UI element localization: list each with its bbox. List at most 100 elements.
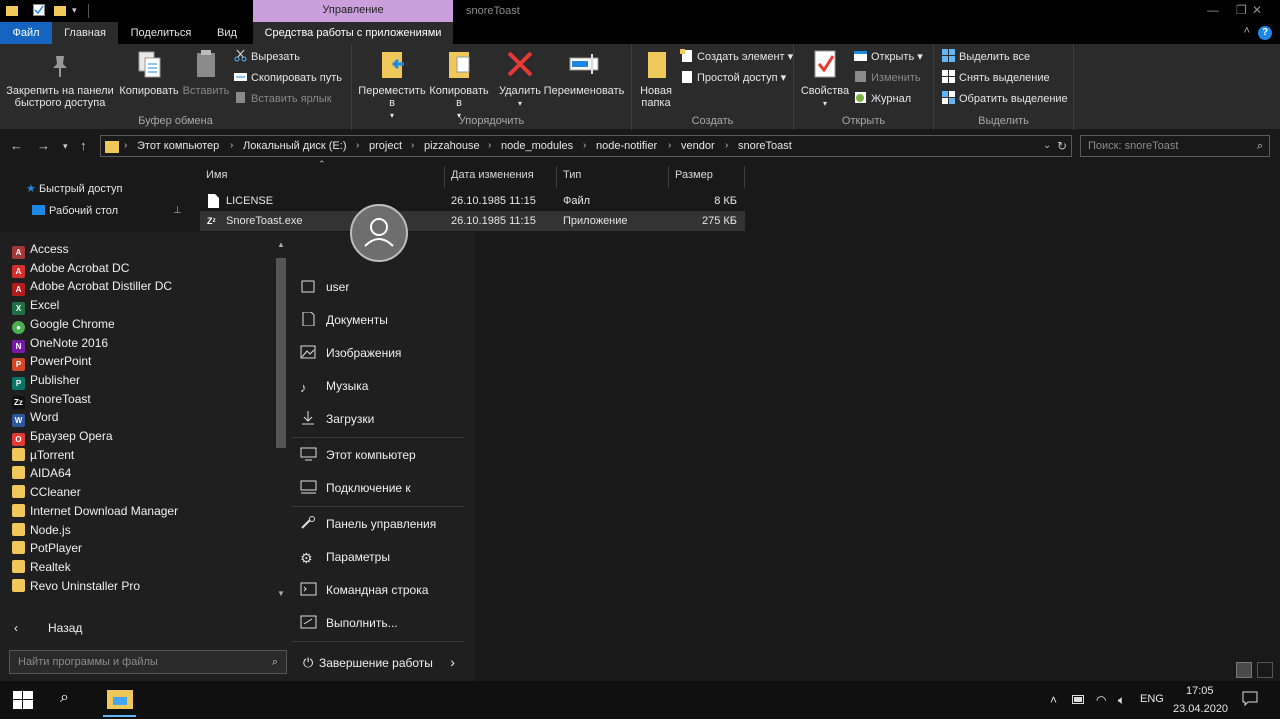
edit-button[interactable]: Изменить: [854, 69, 921, 87]
volume-icon[interactable]: 🔈︎: [1118, 693, 1125, 708]
scroll-thumb[interactable]: [276, 258, 286, 448]
place-control-panel[interactable]: Панель управления: [300, 514, 436, 534]
language-indicator[interactable]: ENG: [1140, 693, 1164, 705]
breadcrumb-computer[interactable]: Этот компьютер: [137, 136, 219, 156]
app-list-item[interactable]: PotPlayer: [12, 539, 82, 557]
column-date[interactable]: Дата изменения: [445, 166, 557, 188]
recent-locations-icon[interactable]: ▾: [63, 141, 68, 152]
cut-button[interactable]: Вырезать: [234, 48, 300, 66]
place-computer[interactable]: Этот компьютер: [300, 445, 416, 465]
large-icons-view-icon[interactable]: [1257, 662, 1273, 678]
clock-time[interactable]: 17:05: [1186, 685, 1214, 697]
paste-button[interactable]: Вставить: [180, 48, 232, 97]
app-list-item[interactable]: A Adobe Acrobat Distiller DC: [12, 277, 172, 297]
breadcrumb-pizzahouse[interactable]: pizzahouse: [424, 136, 480, 156]
scroll-up-icon[interactable]: ▲: [277, 240, 285, 249]
chevron-right-icon[interactable]: ›: [668, 136, 671, 156]
manage-context-tab[interactable]: Управление: [253, 0, 453, 22]
app-list-item[interactable]: N OneNote 2016: [12, 334, 108, 353]
chevron-right-icon[interactable]: ›: [356, 136, 359, 156]
properties-icon[interactable]: [33, 4, 45, 16]
chevron-right-icon[interactable]: ›: [411, 136, 414, 156]
back-button[interactable]: ‹ Назад: [12, 621, 82, 635]
chevron-right-icon[interactable]: ›: [124, 136, 127, 156]
delete-button[interactable]: Удалить ▾: [496, 48, 544, 110]
place-downloads[interactable]: Загрузки: [300, 409, 374, 429]
copy-path-button[interactable]: Скопировать путь: [234, 69, 342, 87]
breadcrumb-snoretoast[interactable]: snoreToast: [738, 136, 792, 156]
user-avatar[interactable]: [350, 204, 408, 262]
help-icon[interactable]: ?: [1258, 26, 1272, 40]
column-type[interactable]: Тип: [557, 166, 669, 188]
app-list-item[interactable]: CCleaner: [12, 483, 81, 501]
properties-button[interactable]: Свойства ▾: [800, 48, 850, 110]
app-list-item[interactable]: Realtek: [12, 558, 71, 576]
invert-selection-button[interactable]: Обратить выделение: [942, 90, 1068, 108]
tray-overflow-icon[interactable]: ˄: [1050, 693, 1057, 707]
chevron-right-icon[interactable]: ›: [230, 136, 233, 156]
tab-file[interactable]: Файл: [0, 22, 52, 44]
nav-desktop[interactable]: Рабочий стол: [32, 203, 118, 219]
details-view-icon[interactable]: [1236, 662, 1252, 678]
app-list-item[interactable]: P Publisher: [12, 371, 80, 390]
easy-access-button[interactable]: Простой доступ ▾: [680, 69, 786, 87]
app-list-item[interactable]: Node.js: [12, 521, 71, 539]
breadcrumb-node-modules[interactable]: node_modules: [501, 136, 573, 156]
move-to-button[interactable]: Переместить в ▾: [356, 48, 428, 122]
select-none-button[interactable]: Снять выделение: [942, 69, 1050, 87]
app-list-item[interactable]: AIDA64: [12, 464, 71, 482]
up-arrow-icon[interactable]: ↑: [80, 138, 87, 153]
app-list-item[interactable]: Internet Download Manager: [12, 502, 178, 520]
file-row[interactable]: LICENSE 26.10.1985 11:15 Файл 8 КБ: [200, 191, 745, 211]
forward-arrow-icon[interactable]: →: [37, 138, 50, 153]
rename-button[interactable]: Переименовать: [542, 48, 626, 97]
app-list-item[interactable]: ● Google Chrome: [12, 315, 115, 334]
place-documents[interactable]: Документы: [300, 310, 388, 330]
place-cmd[interactable]: Командная строка: [300, 580, 428, 600]
new-folder-button[interactable]: Новая папка: [636, 48, 676, 109]
refresh-icon[interactable]: ↻: [1057, 136, 1067, 156]
place-settings[interactable]: ⚙ Параметры: [300, 547, 390, 567]
place-run[interactable]: Выполнить...: [300, 613, 398, 633]
paste-shortcut-button[interactable]: Вставить ярлык: [234, 90, 332, 108]
column-size[interactable]: Размер: [669, 166, 745, 188]
app-list-scrollbar[interactable]: ▲ ▼: [274, 240, 288, 598]
new-folder-icon[interactable]: [54, 4, 66, 16]
scroll-down-icon[interactable]: ▼: [277, 589, 285, 598]
file-explorer-icon[interactable]: [103, 687, 136, 717]
address-bar[interactable]: › Этот компьютер › Локальный диск (E:) ›…: [100, 135, 1072, 157]
app-list-item[interactable]: W Word: [12, 408, 58, 428]
program-search-input[interactable]: Найти программы и файлы ⌕: [9, 650, 287, 674]
file-row-selected[interactable]: Zᶻ SnoreToast.exe 26.10.1985 11:15 Прило…: [200, 211, 745, 231]
close-button[interactable]: ✕: [1234, 0, 1280, 22]
breadcrumb-node-notifier[interactable]: node-notifier: [596, 136, 657, 156]
place-user[interactable]: user: [300, 277, 349, 297]
breadcrumb-project[interactable]: project: [369, 136, 402, 156]
copy-button[interactable]: Копировать: [118, 48, 180, 97]
minimize-button[interactable]: —: [1190, 0, 1236, 22]
app-list-item[interactable]: A Adobe Acrobat DC: [12, 259, 129, 278]
address-dropdown-icon[interactable]: ⌄: [1043, 136, 1051, 156]
history-button[interactable]: Журнал: [854, 90, 911, 108]
tab-home[interactable]: Главная: [52, 22, 118, 44]
breadcrumb-vendor[interactable]: vendor: [681, 136, 715, 156]
chevron-right-icon[interactable]: ›: [725, 136, 728, 156]
tab-view[interactable]: Вид: [204, 22, 250, 44]
wifi-icon[interactable]: ◠: [1096, 693, 1106, 707]
qat-dropdown-icon[interactable]: ▾: [72, 4, 84, 16]
app-list-item[interactable]: P PowerPoint: [12, 352, 91, 372]
shutdown-button[interactable]: ⏻ Завершение работы ›: [303, 652, 455, 672]
action-center-icon[interactable]: [1242, 691, 1258, 710]
place-connect[interactable]: Подключение к: [300, 478, 411, 498]
select-all-button[interactable]: Выделить все: [942, 48, 1030, 66]
new-item-button[interactable]: Создать элемент ▾: [680, 48, 793, 66]
copy-to-button[interactable]: Копировать в ▾: [426, 48, 492, 122]
chevron-right-icon[interactable]: ›: [583, 136, 586, 156]
windows-start-icon[interactable]: [13, 691, 33, 712]
chevron-right-icon[interactable]: ›: [450, 654, 455, 670]
app-list-item[interactable]: X Excel: [12, 296, 59, 316]
nav-quick-access[interactable]: ★ Быстрый доступ: [26, 181, 122, 197]
open-button[interactable]: Открыть ▾: [854, 48, 923, 66]
tab-share[interactable]: Поделиться: [118, 22, 204, 44]
chevron-right-icon[interactable]: ›: [488, 136, 491, 156]
